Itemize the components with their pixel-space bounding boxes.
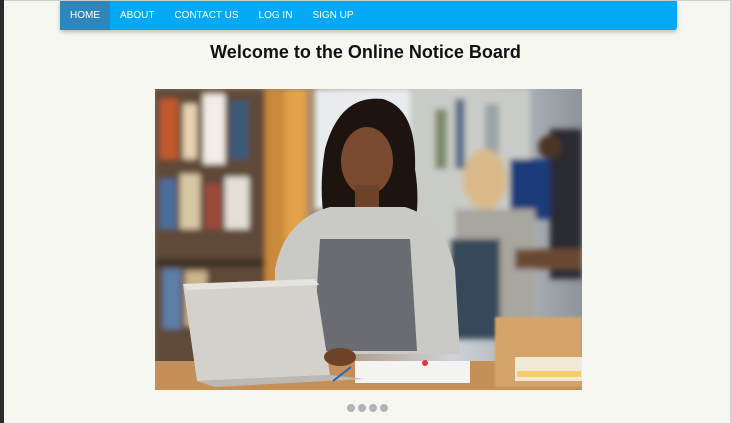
carousel-indicators (347, 404, 388, 412)
carousel-hero-image (155, 89, 582, 390)
top-navbar: HOME ABOUT CONTACT US LOG IN SIGN UP (60, 1, 677, 30)
carousel-dot-1[interactable] (347, 404, 355, 412)
carousel-dot-2[interactable] (358, 404, 366, 412)
nav-login-link[interactable]: LOG IN (249, 1, 303, 30)
nav-contact-link[interactable]: CONTACT US (164, 1, 248, 30)
nav-signup-link[interactable]: SIGN UP (302, 1, 363, 30)
carousel-dot-4[interactable] (380, 404, 388, 412)
carousel-dot-3[interactable] (369, 404, 377, 412)
nav-about-link[interactable]: ABOUT (110, 1, 164, 30)
page-title: Welcome to the Online Notice Board (210, 42, 521, 62)
nav-home-link[interactable]: HOME (60, 1, 110, 30)
hero-photo (155, 89, 582, 390)
window-edge (0, 0, 4, 423)
